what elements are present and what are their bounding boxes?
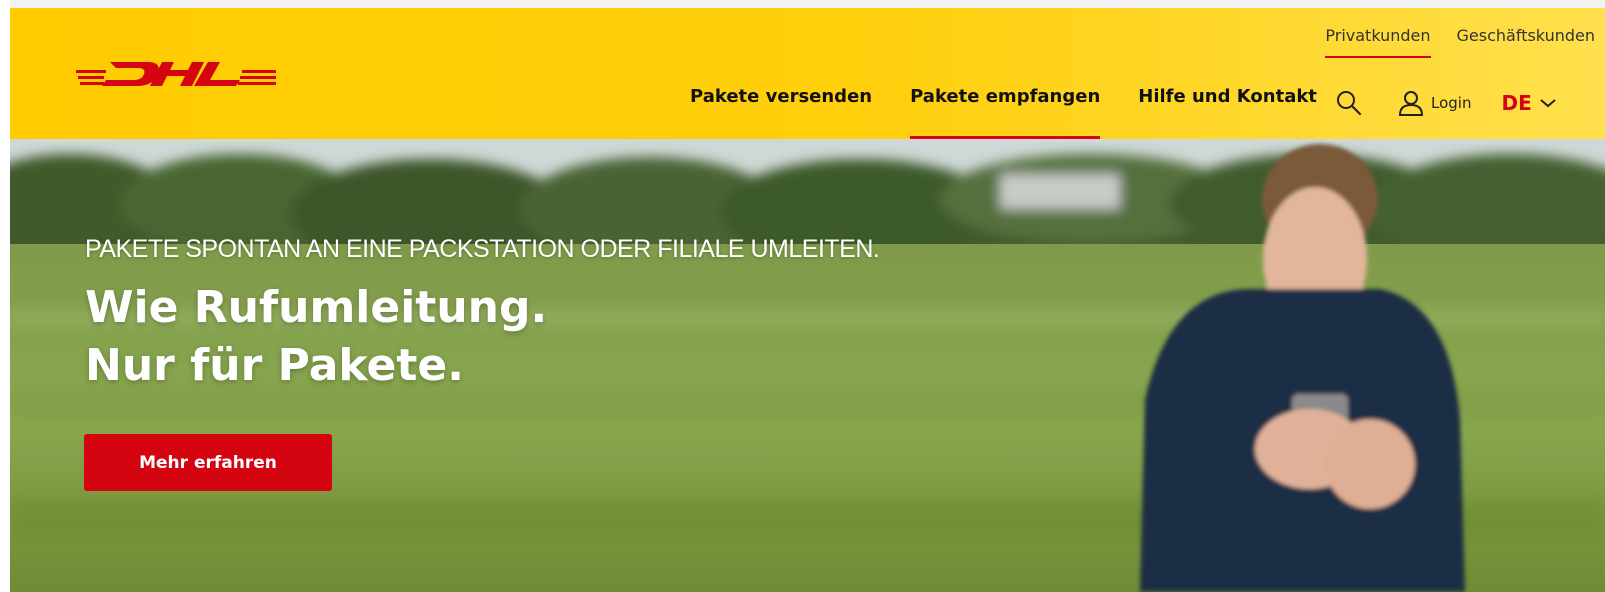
audience-switch: Privatkunden Geschäftskunden [1309,24,1605,58]
login-button[interactable]: Login [1397,89,1471,117]
nav-hilfe-und-kontakt[interactable]: Hilfe und Kontakt [1138,86,1317,139]
top-link-geschaeftskunden[interactable]: Geschäftskunden [1441,24,1605,54]
hero-title-line-2: Nur für Pakete. [85,340,464,391]
hero-kicker: PAKETE SPONTAN AN EINE PACKSTATION ODER … [85,235,880,263]
hero-title: Wie Rufumleitung. Nur für Pakete. [85,279,547,395]
browser-frame-top [0,0,1605,8]
browser-frame-left [0,0,10,592]
nav-pakete-versenden[interactable]: Pakete versenden [690,86,872,139]
hero-title-line-1: Wie Rufumleitung. [85,282,548,333]
main-navigation: Pakete versenden Pakete empfangen Hilfe … [690,86,1355,140]
chevron-down-icon[interactable] [1540,98,1556,108]
site-header: Privatkunden Geschäftskunden Pakete vers… [10,8,1605,139]
nav-pakete-empfangen[interactable]: Pakete empfangen [910,86,1101,139]
user-icon [1398,91,1424,116]
hero-banner: PAKETE SPONTAN AN EINE PACKSTATION ODER … [10,139,1605,592]
language-selector[interactable]: DE [1501,91,1531,115]
header-tools: Login DE [1335,88,1556,118]
login-label: Login [1431,94,1472,112]
mehr-erfahren-button[interactable]: Mehr erfahren [84,434,332,491]
top-link-privatkunden[interactable]: Privatkunden [1309,24,1440,58]
dhl-logo[interactable] [76,50,276,92]
search-icon[interactable] [1335,89,1363,117]
